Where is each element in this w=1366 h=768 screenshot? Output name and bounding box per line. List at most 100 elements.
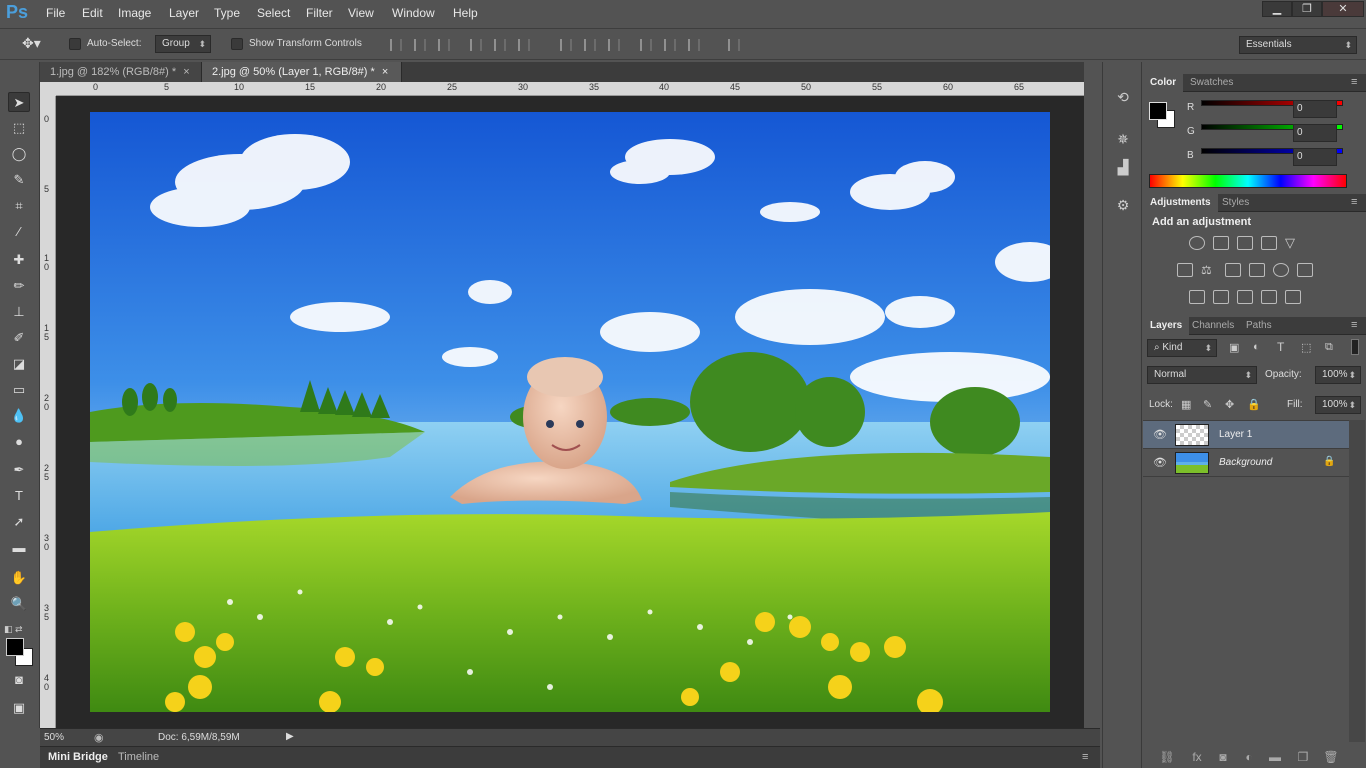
- history-panel-icon[interactable]: ⟲: [1114, 88, 1132, 106]
- menu-edit[interactable]: Edit: [82, 6, 103, 20]
- link-layers-icon[interactable]: ⛓: [1159, 750, 1175, 764]
- align-hcenter-icon[interactable]: [494, 39, 506, 51]
- levels-icon[interactable]: [1213, 236, 1229, 250]
- close-icon[interactable]: ×: [382, 66, 388, 78]
- eraser-tool-icon[interactable]: ◪: [8, 354, 30, 374]
- layer-style-icon[interactable]: fx: [1189, 750, 1205, 764]
- menu-layer[interactable]: Layer: [169, 6, 199, 20]
- dodge-tool-icon[interactable]: ●: [8, 432, 30, 452]
- photo-filter-icon[interactable]: [1249, 263, 1265, 277]
- lock-position-icon[interactable]: ✥: [1225, 398, 1234, 411]
- blend-mode-dropdown[interactable]: Normal: [1147, 366, 1257, 384]
- show-transform-checkbox[interactable]: [231, 38, 243, 50]
- shape-tool-icon[interactable]: ▬: [8, 538, 30, 558]
- layer-filter-dropdown[interactable]: ⌕ Kind: [1147, 339, 1217, 357]
- quick-select-tool-icon[interactable]: ✎: [8, 170, 30, 190]
- filter-pixel-icon[interactable]: ▣: [1229, 341, 1239, 354]
- panel-menu-icon[interactable]: ≡: [1351, 319, 1357, 331]
- add-mask-icon[interactable]: ◙: [1215, 750, 1231, 764]
- quick-mask-icon[interactable]: ◙: [8, 670, 30, 690]
- vertical-ruler[interactable]: 0 5 1 0 1 5 2 0 2 5 3 0 3 5 4 0: [40, 96, 56, 728]
- move-tool-preset-icon[interactable]: ✥▾: [22, 35, 41, 52]
- brush-tool-icon[interactable]: ✏: [8, 276, 30, 296]
- color-balance-icon[interactable]: ⚖: [1201, 263, 1217, 277]
- tab-mini-bridge[interactable]: Mini Bridge: [48, 751, 108, 763]
- delete-layer-icon[interactable]: 🗑: [1323, 750, 1339, 764]
- lock-transparent-icon[interactable]: ▦: [1181, 398, 1191, 411]
- tab-color[interactable]: Color: [1143, 74, 1184, 92]
- exposure-icon[interactable]: [1261, 236, 1277, 250]
- gradient-tool-icon[interactable]: ▭: [8, 380, 30, 400]
- path-select-icon[interactable]: ➚: [8, 512, 30, 532]
- layer-row[interactable]: 👁 Layer 1: [1143, 421, 1349, 449]
- auto-select-dropdown[interactable]: Group: [155, 35, 211, 53]
- align-top-icon[interactable]: [390, 39, 402, 51]
- lock-all-icon[interactable]: 🔒: [1247, 398, 1261, 411]
- brightness-contrast-icon[interactable]: [1189, 236, 1205, 250]
- menu-help[interactable]: Help: [453, 6, 478, 20]
- curves-icon[interactable]: [1237, 236, 1253, 250]
- align-left-icon[interactable]: [470, 39, 482, 51]
- tab-channels[interactable]: Channels: [1185, 317, 1241, 335]
- navigator-panel-icon[interactable]: ✵: [1114, 130, 1132, 148]
- auto-align-icon[interactable]: [728, 39, 740, 51]
- distribute-right-icon[interactable]: [688, 39, 700, 51]
- distribute-hcenter-icon[interactable]: [664, 39, 676, 51]
- move-tool-icon[interactable]: ➤: [8, 92, 30, 112]
- channel-mixer-icon[interactable]: [1273, 263, 1289, 277]
- healing-brush-icon[interactable]: ✚: [8, 250, 30, 270]
- layer-name[interactable]: Background: [1219, 457, 1272, 468]
- menu-window[interactable]: Window: [392, 6, 435, 20]
- invert-icon[interactable]: [1189, 290, 1205, 304]
- filter-adjustment-icon[interactable]: ◐: [1253, 341, 1260, 353]
- panel-menu-icon[interactable]: ≡: [1082, 751, 1088, 763]
- new-layer-icon[interactable]: ❐: [1295, 750, 1311, 764]
- lasso-tool-icon[interactable]: ◯: [8, 144, 30, 164]
- screen-mode-icon[interactable]: ▣: [8, 698, 30, 718]
- hue-saturation-icon[interactable]: [1177, 263, 1193, 277]
- color-lookup-icon[interactable]: [1297, 263, 1313, 277]
- eyedropper-tool-icon[interactable]: ⁄: [8, 222, 30, 242]
- properties-panel-icon[interactable]: ⚙: [1114, 196, 1132, 214]
- tab-adjustments[interactable]: Adjustments: [1143, 194, 1218, 212]
- menu-image[interactable]: Image: [118, 6, 151, 20]
- panel-menu-icon[interactable]: ≡: [1351, 76, 1357, 88]
- menu-view[interactable]: View: [348, 6, 374, 20]
- doc-tab-2[interactable]: 2.jpg @ 50% (Layer 1, RGB/8#) * ×: [202, 62, 402, 82]
- lock-pixels-icon[interactable]: ✎: [1203, 398, 1212, 411]
- menu-type[interactable]: Type: [214, 6, 240, 20]
- distribute-vcenter-icon[interactable]: [584, 39, 596, 51]
- close-button[interactable]: ✕: [1322, 1, 1364, 17]
- clone-stamp-icon[interactable]: ⊥: [8, 302, 30, 322]
- filter-type-icon[interactable]: T: [1277, 340, 1284, 354]
- fill-field[interactable]: 100%: [1315, 396, 1361, 414]
- panel-menu-icon[interactable]: ≡: [1351, 196, 1357, 208]
- selective-color-icon[interactable]: [1261, 290, 1277, 304]
- new-adjustment-icon[interactable]: ◐: [1241, 750, 1257, 764]
- marquee-tool-icon[interactable]: ⬚: [8, 118, 30, 138]
- history-brush-icon[interactable]: ✐: [8, 328, 30, 348]
- filter-shape-icon[interactable]: ⬚: [1301, 341, 1311, 354]
- crop-tool-icon[interactable]: ⌗: [8, 196, 30, 216]
- layer-name[interactable]: Layer 1: [1219, 429, 1252, 440]
- gradient-map-icon[interactable]: [1285, 290, 1301, 304]
- distribute-top-icon[interactable]: [560, 39, 572, 51]
- auto-select-checkbox[interactable]: [69, 38, 81, 50]
- document-image[interactable]: [90, 112, 1050, 712]
- vibrance-icon[interactable]: ▽: [1285, 236, 1301, 250]
- minimize-button[interactable]: ▁: [1262, 1, 1292, 17]
- zoom-tool-icon[interactable]: 🔍: [8, 594, 30, 614]
- workspace-dropdown[interactable]: Essentials: [1239, 36, 1357, 54]
- menu-file[interactable]: File: [46, 6, 65, 20]
- tab-timeline[interactable]: Timeline: [118, 751, 159, 763]
- align-vcenter-icon[interactable]: [414, 39, 426, 51]
- visibility-eye-icon[interactable]: 👁: [1153, 428, 1167, 441]
- horizontal-ruler[interactable]: 0 5 10 15 20 25 30 35 40 45 50 55 60 65: [56, 82, 1084, 96]
- doc-tab-1[interactable]: 1.jpg @ 182% (RGB/8#) * ×: [40, 62, 202, 82]
- align-bottom-icon[interactable]: [438, 39, 450, 51]
- new-group-icon[interactable]: ▬: [1267, 750, 1283, 764]
- filter-smart-object-icon[interactable]: ⧉: [1325, 341, 1333, 354]
- tab-styles[interactable]: Styles: [1215, 194, 1256, 212]
- threshold-icon[interactable]: [1237, 290, 1253, 304]
- channel-r-value[interactable]: 0: [1293, 100, 1337, 118]
